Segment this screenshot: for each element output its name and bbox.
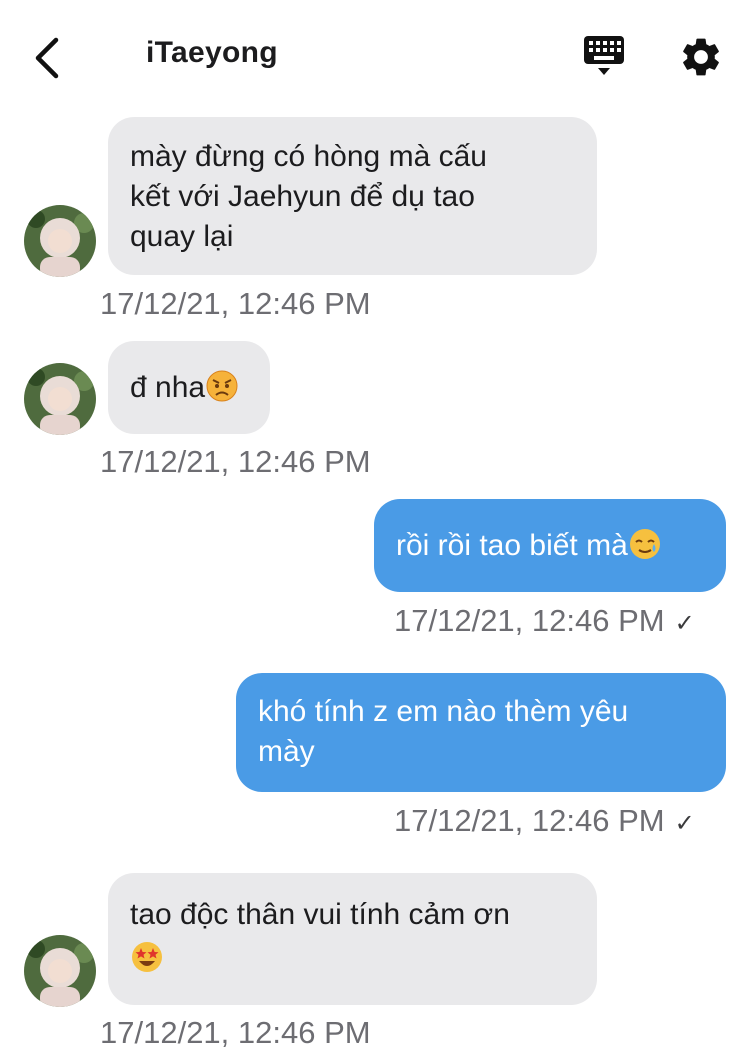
chevron-left-icon [35,37,59,79]
keyboard-button[interactable] [582,34,630,80]
contact-avatar[interactable] [24,935,96,1007]
read-status-check: ✓ [674,810,695,837]
avatar-photo [24,205,96,277]
message-line: mày đừng có hòng mà cấu [130,140,487,173]
contact-avatar[interactable] [24,363,96,435]
message-text: tao độc thân vui tính cảm ơn [130,898,510,931]
keyboard-icon [584,36,624,75]
star-struck-emoji [132,942,162,972]
timestamp-text: 17/12/21, 12:46 PM [394,803,665,838]
gear-icon [683,38,719,76]
message-timestamp: 17/12/21, 12:46 PM [100,286,371,321]
message-bubble-incoming[interactable]: tao độc thân vui tính cảm ơn [108,873,597,1005]
message-line: kết với Jaehyun để dụ tao [130,180,475,213]
message-bubble-outgoing[interactable]: rồi rồi tao biết mà [374,499,726,592]
message-timestamp: 17/12/21, 12:46 PM [100,444,371,479]
settings-button[interactable] [678,34,724,80]
message-line: quay lại [130,220,234,253]
message-timestamp: 17/12/21, 12:46 PM [100,1015,371,1050]
message-text: đ nha [130,371,206,404]
chat-title[interactable]: iTaeyong [146,36,278,70]
read-status-check: ✓ [674,610,695,637]
message-bubble-incoming[interactable]: đ nha [108,341,270,434]
avatar-photo [24,935,96,1007]
contact-avatar[interactable] [24,205,96,277]
chat-header: iTaeyong [0,0,750,112]
message-timestamp: 17/12/21, 12:46 PM ✓ [394,603,695,639]
message-line: mày [258,735,315,768]
angry-face-emoji [206,370,238,402]
smiling-face-with-tear-emoji [629,529,660,559]
avatar-photo [24,363,96,435]
message-line: khó tính z em nào thèm yêu [258,695,629,728]
message-text: rồi rồi tao biết mà [396,529,628,562]
message-bubble-outgoing[interactable]: khó tính z em nào thèm yêu mày [236,673,726,792]
message-bubble-incoming[interactable]: mày đừng có hòng mà cấu kết với Jaehyun … [108,117,597,275]
timestamp-text: 17/12/21, 12:46 PM [394,603,665,638]
message-timestamp: 17/12/21, 12:46 PM ✓ [394,803,695,839]
back-button[interactable] [22,30,70,86]
